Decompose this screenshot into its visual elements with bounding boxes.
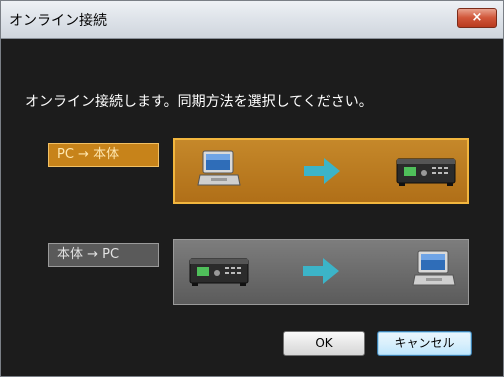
laptop-icon <box>412 250 456 286</box>
device-to-pc-label[interactable]: 本体 → PC <box>48 243 159 267</box>
close-icon: × <box>471 10 483 25</box>
pc-to-device-option[interactable] <box>173 138 469 204</box>
window-title: オンライン接続 <box>9 13 107 29</box>
title-bar[interactable]: オンライン接続 × <box>1 1 503 39</box>
cancel-button[interactable]: キャンセル <box>377 331 472 356</box>
device-to-pc-option[interactable] <box>173 239 469 305</box>
device-icon <box>189 258 249 286</box>
arrow-right-icon <box>303 258 339 284</box>
laptop-icon <box>197 150 241 186</box>
close-button[interactable]: × <box>457 8 497 28</box>
arrow-right-icon <box>304 158 340 184</box>
pc-to-device-label[interactable]: PC → 本体 <box>48 143 159 167</box>
device-icon <box>396 158 456 186</box>
online-connect-dialog: オンライン接続 × オンライン接続します。同期方法を選択してください。 PC →… <box>0 0 504 377</box>
instruction-message: オンライン接続します。同期方法を選択してください。 <box>25 94 373 110</box>
ok-button[interactable]: OK <box>283 331 365 356</box>
